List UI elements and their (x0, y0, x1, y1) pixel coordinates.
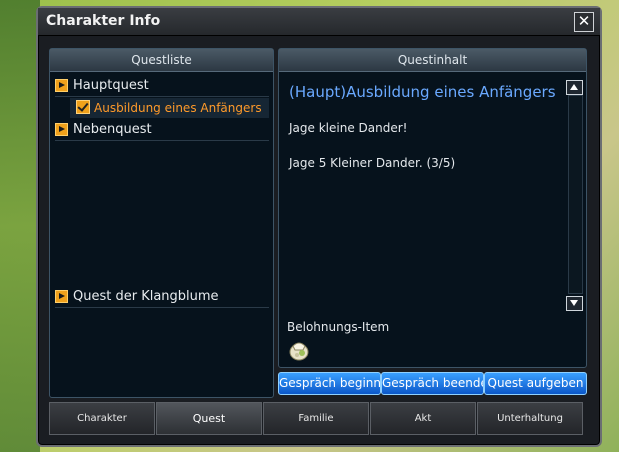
arrow-right-icon (55, 290, 68, 303)
quest-content-header: Questinhalt (279, 49, 586, 72)
window-title: Charakter Info (46, 13, 161, 29)
scroll-down-icon[interactable] (566, 296, 583, 311)
tab-familie[interactable]: Familie (263, 402, 369, 435)
quest-item-label: Ausbildung eines Anfängers (94, 101, 262, 115)
tab-akt[interactable]: Akt (370, 402, 476, 435)
quest-list-header: Questliste (50, 49, 273, 72)
quest-category-main[interactable]: Hauptquest (55, 76, 269, 97)
quest-category-special[interactable]: Quest der Klangblume (55, 287, 269, 308)
end-dialog-button[interactable]: Gespräch beenden (381, 372, 484, 395)
checkbox-icon (76, 100, 90, 114)
quest-objective: Jage 5 Kleiner Dander. (3/5) (289, 156, 456, 170)
quest-description: Jage kleine Dander! (289, 121, 408, 135)
reward-label: Belohnungs-Item (287, 320, 390, 334)
close-icon: ✕ (577, 12, 591, 30)
start-dialog-button[interactable]: Gespräch beginnen (278, 372, 381, 395)
quest-category-label: Nebenquest (73, 122, 152, 137)
tab-bar: Charakter Quest Familie Akt Unterhaltung (49, 402, 589, 436)
arrow-right-icon (55, 123, 68, 136)
tab-quest[interactable]: Quest (156, 402, 262, 435)
reward-item-icon[interactable] (287, 338, 311, 362)
scrollbar-track[interactable] (568, 95, 583, 294)
quest-category-label: Quest der Klangblume (73, 289, 219, 304)
tab-charakter[interactable]: Charakter (49, 402, 155, 435)
quest-action-bar: Gespräch beginnen Gespräch beenden Quest… (278, 372, 587, 395)
scroll-up-icon[interactable] (566, 80, 583, 95)
arrow-right-icon (55, 79, 68, 92)
character-info-window: Charakter Info ✕ Questliste Hauptquest A… (36, 6, 602, 447)
quest-item-selected[interactable]: Ausbildung eines Anfängers (70, 98, 269, 118)
tab-unterhaltung[interactable]: Unterhaltung (477, 402, 583, 435)
quest-title: (Haupt)Ausbildung eines Anfängers (289, 83, 556, 101)
abandon-quest-button[interactable]: Quest aufgeben (484, 372, 587, 395)
quest-category-label: Hauptquest (73, 78, 149, 93)
close-button[interactable]: ✕ (574, 12, 594, 32)
background-foliage (0, 0, 40, 452)
quest-category-side[interactable]: Nebenquest (55, 120, 269, 141)
titlebar: Charakter Info ✕ (38, 8, 600, 36)
quest-list-panel: Questliste Hauptquest Ausbildung eines A… (49, 48, 274, 398)
quest-content-panel: Questinhalt (Haupt)Ausbildung eines Anfä… (278, 48, 587, 368)
